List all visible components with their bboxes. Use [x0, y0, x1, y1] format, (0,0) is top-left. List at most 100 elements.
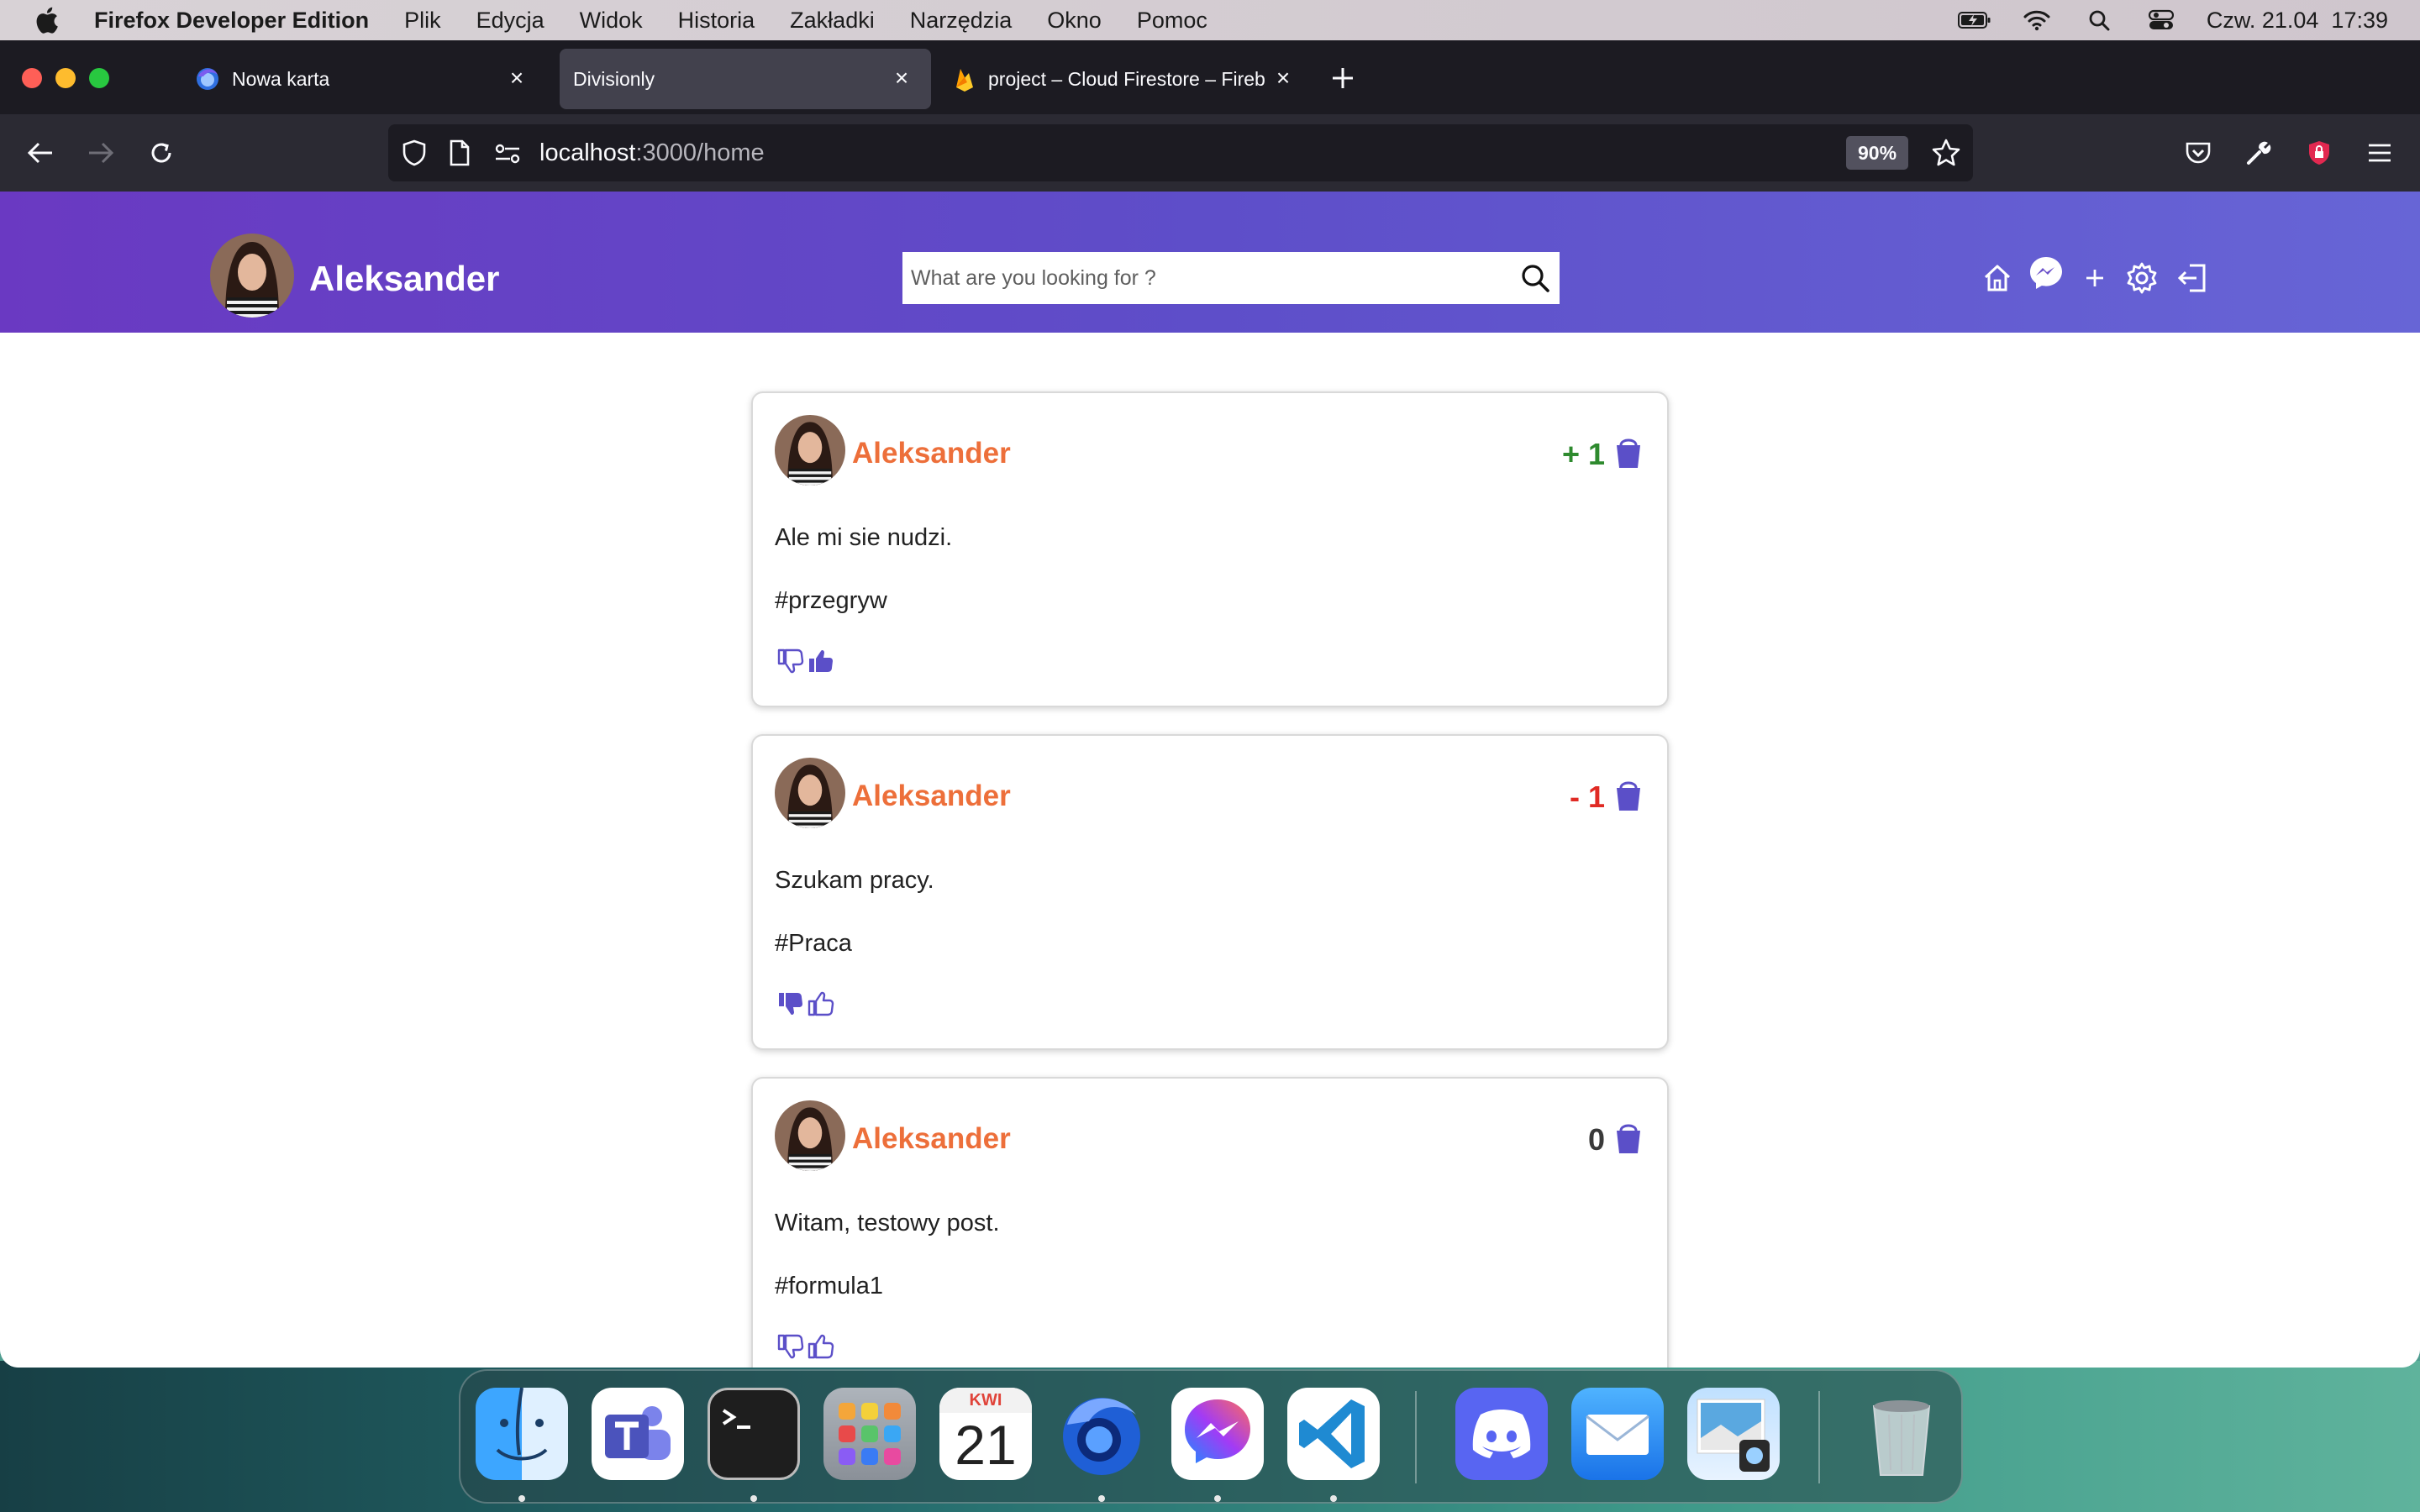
post-hashtag[interactable]: #formula1	[775, 1273, 883, 1300]
menu-zakladki[interactable]: Zakładki	[790, 8, 875, 34]
control-center-icon[interactable]	[2144, 8, 2178, 32]
post-author[interactable]: Aleksander	[852, 780, 1011, 813]
mail-icon[interactable]	[1571, 1388, 1664, 1480]
calendar-icon[interactable]: KWI 21	[939, 1388, 1032, 1480]
developer-tools-wrench-icon[interactable]	[2240, 134, 2277, 171]
launchpad-icon[interactable]	[823, 1388, 916, 1480]
navigation-toolbar: localhost:3000/home 90%	[0, 114, 2420, 192]
shield-icon[interactable]	[402, 139, 427, 166]
add-post-plus-icon[interactable]	[2075, 259, 2114, 297]
thumbs-down-icon[interactable]	[776, 1332, 805, 1361]
vscode-icon[interactable]	[1287, 1388, 1380, 1480]
delete-trash-icon[interactable]	[1613, 437, 1644, 470]
close-icon[interactable]: ×	[891, 66, 913, 90]
settings-gear-icon[interactable]	[2123, 259, 2161, 297]
messenger-icon[interactable]	[1171, 1388, 1264, 1480]
tab-label: Nowa karta	[232, 67, 330, 90]
user-avatar[interactable]	[210, 234, 294, 318]
thumbs-down-icon[interactable]	[776, 647, 805, 675]
delete-trash-icon[interactable]	[1613, 780, 1644, 813]
firefox-icon[interactable]	[1055, 1388, 1148, 1480]
url-host: localhost	[539, 139, 636, 166]
thumbs-up-icon[interactable]	[807, 990, 835, 1018]
post-card: Aleksander + 1 Ale mi sie nudzi. #przegr…	[751, 391, 1669, 707]
pocket-icon[interactable]	[2180, 134, 2217, 171]
trash-icon[interactable]	[1855, 1388, 1948, 1480]
menu-historia[interactable]: Historia	[678, 8, 755, 34]
macos-menu-bar: Firefox Developer Edition Plik Edycja Wi…	[0, 0, 2420, 40]
dock-separator	[1415, 1391, 1417, 1483]
window-minimize-button[interactable]	[55, 68, 76, 88]
menu-edycja[interactable]: Edycja	[476, 8, 544, 34]
spotlight-search-icon[interactable]	[2082, 8, 2116, 32]
thumbs-up-icon[interactable]	[807, 1332, 835, 1361]
firebase-icon	[956, 69, 973, 92]
url-bar[interactable]: localhost:3000/home 90%	[388, 124, 1973, 181]
tab-label: Divisionly	[573, 67, 655, 90]
home-icon[interactable]	[1978, 259, 2017, 297]
post-card: Aleksander - 1 Szukam pracy. #Praca	[751, 734, 1669, 1050]
logout-icon[interactable]	[2173, 259, 2212, 297]
terminal-icon[interactable]	[708, 1388, 800, 1480]
reload-icon[interactable]	[143, 134, 180, 171]
post-body: Witam, testowy post.	[775, 1210, 1000, 1236]
window-close-button[interactable]	[22, 68, 42, 88]
post-avatar[interactable]	[775, 758, 845, 828]
tab-firestore[interactable]: project – Cloud Firestore – Fireb ×	[943, 49, 1304, 109]
permissions-icon[interactable]	[494, 143, 521, 165]
zoom-indicator[interactable]: 90%	[1846, 136, 1909, 170]
menu-narzedzia[interactable]: Narzędzia	[910, 8, 1013, 34]
post-body: Szukam pracy.	[775, 867, 934, 894]
tab-label: project – Cloud Firestore – Fireb	[988, 67, 1265, 90]
thumbs-down-icon[interactable]	[776, 990, 805, 1018]
close-icon[interactable]: ×	[506, 66, 528, 90]
thumbs-up-icon[interactable]	[807, 647, 835, 675]
window-zoom-button[interactable]	[89, 68, 109, 88]
header-username[interactable]: Aleksander	[309, 259, 499, 299]
post-avatar[interactable]	[775, 1100, 845, 1171]
menu-datetime[interactable]: Czw. 21.04 17:39	[2207, 8, 2388, 34]
wifi-icon[interactable]	[2020, 8, 2054, 32]
hamburger-menu-icon[interactable]	[2361, 134, 2398, 171]
tab-nowa-karta[interactable]: Nowa karta ×	[185, 49, 546, 109]
menu-widok[interactable]: Widok	[580, 8, 643, 34]
back-arrow-icon[interactable]	[22, 134, 59, 171]
menu-plik[interactable]: Plik	[404, 8, 441, 34]
tab-bar: Nowa karta × Divisionly × project – Clou…	[0, 40, 2420, 114]
preview-icon[interactable]	[1687, 1388, 1780, 1480]
post-avatar[interactable]	[775, 415, 845, 486]
menu-pomoc[interactable]: Pomoc	[1137, 8, 1207, 34]
messenger-icon[interactable]	[2027, 254, 2065, 292]
post-author[interactable]: Aleksander	[852, 437, 1011, 470]
browser-window: Nowa karta × Divisionly × project – Clou…	[0, 40, 2420, 1368]
calendar-day: 21	[955, 1414, 1017, 1476]
finder-icon[interactable]	[476, 1388, 568, 1480]
page-info-icon[interactable]	[449, 139, 471, 166]
tab-divisionly[interactable]: Divisionly ×	[560, 49, 931, 109]
running-indicator	[1330, 1495, 1337, 1502]
running-indicator	[518, 1495, 525, 1502]
running-indicator	[1098, 1495, 1105, 1502]
search-input[interactable]	[911, 252, 1499, 304]
teams-icon[interactable]	[592, 1388, 684, 1480]
bookmark-star-icon[interactable]	[1931, 138, 1961, 168]
running-indicator	[750, 1495, 757, 1502]
battery-charging-icon[interactable]	[1957, 8, 1991, 32]
firefox-icon	[197, 68, 218, 90]
post-hashtag[interactable]: #Praca	[775, 930, 852, 958]
menu-okno[interactable]: Okno	[1047, 8, 1102, 34]
menu-app-name[interactable]: Firefox Developer Edition	[94, 8, 369, 34]
discord-icon[interactable]	[1455, 1388, 1548, 1480]
post-hashtag[interactable]: #przegryw	[775, 587, 887, 615]
post-author[interactable]: Aleksander	[852, 1122, 1011, 1156]
url-text[interactable]: localhost:3000/home	[539, 139, 765, 167]
extension-lock-icon[interactable]	[2301, 134, 2338, 171]
search-icon[interactable]	[1519, 262, 1551, 294]
delete-trash-icon[interactable]	[1613, 1122, 1644, 1156]
post-body: Ale mi sie nudzi.	[775, 524, 953, 551]
forward-arrow-icon[interactable]	[82, 134, 119, 171]
running-indicator	[1214, 1495, 1221, 1502]
close-icon[interactable]: ×	[1272, 66, 1294, 90]
apple-logo-icon[interactable]	[34, 6, 59, 34]
new-tab-plus-icon[interactable]	[1331, 66, 1355, 90]
